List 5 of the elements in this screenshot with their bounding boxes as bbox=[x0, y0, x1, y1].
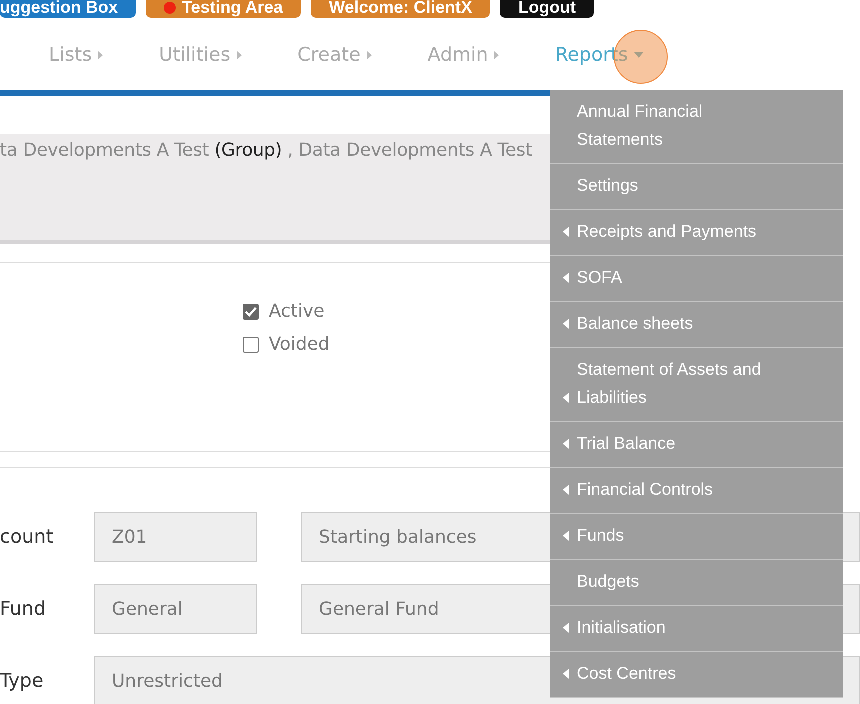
checkbox-label: Voided bbox=[269, 334, 330, 355]
checkbox-label: Active bbox=[269, 301, 325, 322]
field-label: Type bbox=[0, 670, 45, 692]
context-text: ta Developments A Test (Group) , Data Developments A Test bbox=[0, 140, 532, 161]
field-label: Fund bbox=[0, 598, 48, 620]
